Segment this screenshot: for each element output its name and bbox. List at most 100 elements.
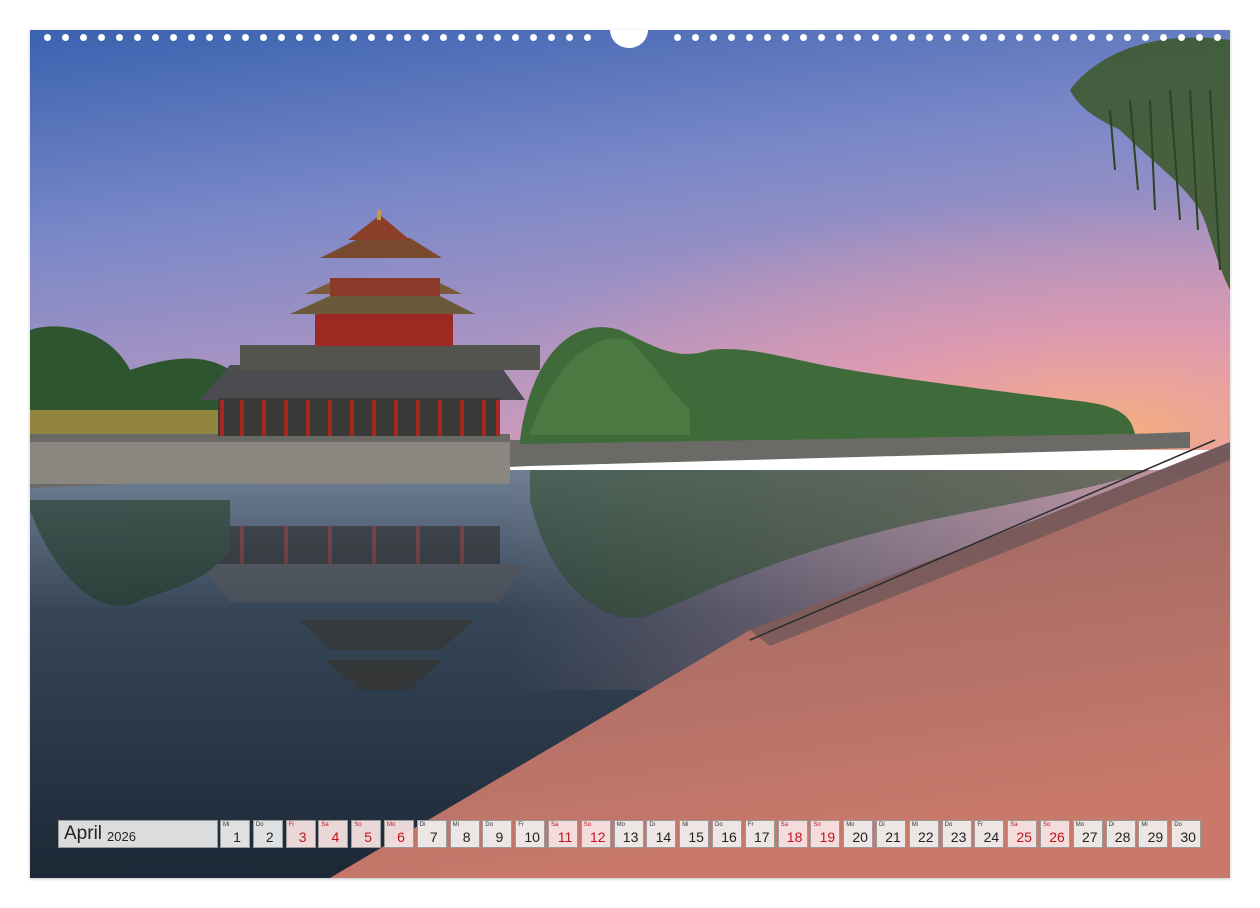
day-cell: Di 21: [876, 820, 906, 848]
binding-hole: [998, 34, 1005, 41]
binding-hole: [1016, 34, 1023, 41]
day-cell: Di 14: [646, 820, 677, 848]
weekday-label: Fr: [977, 822, 984, 828]
binding-hole: [188, 34, 195, 41]
binding-hole: [980, 34, 987, 41]
binding-hole: [548, 34, 555, 41]
binding-hole: [1196, 34, 1203, 41]
binding-hole: [710, 34, 717, 41]
day-number: 9: [495, 829, 504, 845]
weekday-label: Mi: [682, 822, 689, 828]
weekday-label: Di: [649, 822, 656, 828]
binding-hole: [134, 34, 141, 41]
day-number: 8: [462, 829, 471, 845]
binding-hole: [80, 34, 87, 41]
weekday-label: Do: [255, 822, 264, 828]
day-number: 1: [233, 829, 241, 845]
day-number: 22: [918, 829, 934, 845]
day-number: 5: [364, 829, 373, 845]
day-cell: Di 28: [1105, 820, 1136, 848]
binding-hole: [1160, 34, 1167, 41]
binding-hole: [476, 34, 483, 41]
day-cell: Fr 10: [515, 820, 546, 848]
weekday-label: Mi: [1141, 822, 1148, 828]
day-number: 15: [688, 829, 704, 845]
weekday-label: Mi: [452, 822, 459, 828]
day-cell: Mo 20: [843, 820, 874, 848]
day-number: 4: [331, 829, 340, 845]
binding-hole: [386, 34, 393, 41]
day-cell: Mi 15: [679, 820, 710, 848]
weekday-label: So: [354, 822, 362, 828]
binding-hole: [944, 34, 951, 41]
binding-hole: [746, 34, 753, 41]
weekday-label: Di: [879, 822, 885, 828]
day-cell: Do 23: [941, 820, 972, 848]
binding-hole: [314, 34, 321, 41]
day-cell: Do 30: [1171, 820, 1202, 848]
weekday-label: Mi: [911, 822, 919, 828]
weekday-label: Sa: [780, 822, 788, 828]
day-number: 19: [819, 829, 836, 845]
binding-hole: [1178, 34, 1185, 41]
day-number: 27: [1082, 829, 1098, 845]
binding-hole: [260, 34, 267, 41]
day-number: 30: [1180, 829, 1196, 845]
day-number: 25: [1016, 829, 1032, 845]
weekday-label: Di: [419, 822, 426, 828]
weekday-label: Do: [1174, 822, 1182, 828]
day-number: 26: [1049, 829, 1065, 845]
day-number: 13: [622, 829, 639, 845]
day-cell: Sa 18: [777, 820, 808, 848]
day-number: 7: [429, 829, 438, 845]
day-number: 3: [298, 829, 307, 845]
day-cell: Mo 6: [384, 820, 414, 848]
binding-hole: [1052, 34, 1059, 41]
binding-hole: [854, 34, 861, 41]
weekday-label: Sa: [551, 822, 559, 828]
day-number: 2: [265, 829, 274, 845]
binding-hole: [116, 34, 123, 41]
day-cell: Fr 24: [974, 820, 1005, 848]
day-cell: Mi 22: [908, 820, 939, 848]
day-cell: Mi 1: [220, 820, 250, 848]
binding-hole: [818, 34, 825, 41]
binding-hole: [1124, 34, 1131, 41]
weekday-label: Mo: [387, 822, 396, 828]
day-cell: Do 9: [482, 820, 513, 848]
day-number: 16: [721, 829, 737, 845]
day-number: 12: [590, 829, 606, 845]
day-number: 29: [1147, 829, 1164, 845]
binding-hole: [1106, 34, 1113, 41]
day-cell: Do 2: [252, 820, 283, 848]
binding-hole: [1034, 34, 1041, 41]
weekday-label: Mo: [616, 822, 625, 828]
weekday-label: Do: [944, 822, 953, 828]
binding-hole: [206, 34, 213, 41]
day-number: 18: [786, 829, 803, 845]
binding-hole: [1070, 34, 1077, 41]
binding-hole: [98, 34, 105, 41]
weekday-label: Do: [485, 822, 494, 828]
binding-hole: [494, 34, 501, 41]
day-cell: So 12: [580, 820, 611, 848]
day-cell: Fr 3: [285, 820, 316, 848]
day-cell: Mo 27: [1072, 820, 1103, 848]
weekday-label: Mo: [846, 822, 855, 828]
weekday-label: Fr: [288, 822, 295, 828]
weekday-label: Di: [1108, 822, 1115, 828]
binding-hole: [1214, 34, 1221, 41]
weekday-label: Do: [715, 822, 723, 828]
weekday-label: So: [1043, 822, 1051, 828]
binding-hole: [962, 34, 969, 41]
binding-hole: [800, 34, 807, 41]
day-cell: Di 7: [416, 820, 447, 848]
day-cell: Do 16: [712, 820, 742, 848]
binding-hole: [890, 34, 897, 41]
binding-hole: [440, 34, 447, 41]
day-cell: Sa 25: [1007, 820, 1038, 848]
binding-hole: [278, 34, 285, 41]
weekday-label: Sa: [321, 822, 329, 828]
weekday-label: Mo: [1075, 822, 1085, 828]
binding-hole: [368, 34, 375, 41]
